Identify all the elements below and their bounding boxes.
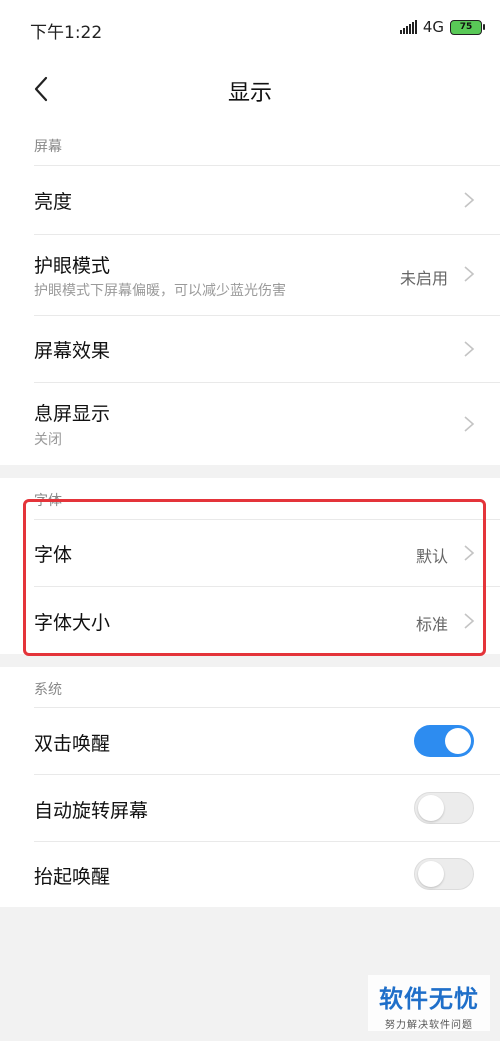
lift-to-wake-toggle[interactable] [414, 858, 474, 890]
status-time: 下午1:22 [30, 23, 103, 43]
screen-section: 屏幕 亮度 护眼模式 护眼模式下屏幕偏暖，可以减少蓝光伤害 未启用 屏幕效果 息… [0, 122, 500, 465]
row-brightness[interactable]: 亮度 [0, 166, 500, 234]
row-screen-effect[interactable]: 屏幕效果 [0, 316, 500, 382]
auto-rotate-toggle[interactable] [414, 792, 474, 824]
signal-icon [399, 20, 417, 34]
chevron-right-icon [464, 341, 475, 357]
row-eye-care[interactable]: 护眼模式 护眼模式下屏幕偏暖，可以减少蓝光伤害 未启用 [0, 235, 500, 315]
row-title: 息屏显示 [34, 403, 111, 425]
row-ambient-display[interactable]: 息屏显示 关闭 [0, 383, 500, 465]
row-lift-to-wake: 抬起唤醒 [0, 842, 500, 907]
row-auto-rotate: 自动旋转屏幕 [0, 775, 500, 841]
row-title: 自动旋转屏幕 [34, 800, 149, 822]
double-tap-wake-toggle[interactable] [414, 725, 474, 757]
chevron-right-icon [464, 266, 475, 282]
row-subtitle: 护眼模式下屏幕偏暖，可以减少蓝光伤害 [34, 283, 286, 299]
watermark: 软件无忧 努力解决软件问题 [368, 975, 490, 1031]
network-type: 4G [422, 18, 444, 36]
status-icons: 4G 75 [399, 18, 485, 36]
app-header: 显示 [0, 58, 500, 122]
system-section: 系统 双击唤醒 自动旋转屏幕 抬起唤醒 [0, 667, 500, 907]
chevron-right-icon [464, 192, 475, 208]
row-title: 屏幕效果 [34, 340, 111, 362]
row-subtitle: 关闭 [34, 432, 62, 448]
battery-icon: 75 [450, 19, 485, 35]
chevron-right-icon [464, 416, 475, 432]
row-title: 护眼模式 [34, 255, 111, 277]
section-label-system: 系统 [34, 682, 62, 698]
highlight-box [23, 499, 486, 656]
row-value: 未启用 [399, 269, 448, 288]
row-title: 亮度 [34, 191, 73, 213]
battery-level: 75 [459, 22, 473, 32]
page-title: 显示 [227, 81, 272, 106]
watermark-main: 软件无忧 [379, 985, 479, 1013]
section-label-screen: 屏幕 [34, 139, 62, 155]
row-title: 抬起唤醒 [34, 866, 111, 888]
row-double-tap-wake: 双击唤醒 [0, 708, 500, 774]
status-bar: 下午1:22 4G 75 [0, 0, 500, 58]
watermark-sub: 努力解决软件问题 [385, 1020, 473, 1031]
row-title: 双击唤醒 [34, 733, 111, 755]
